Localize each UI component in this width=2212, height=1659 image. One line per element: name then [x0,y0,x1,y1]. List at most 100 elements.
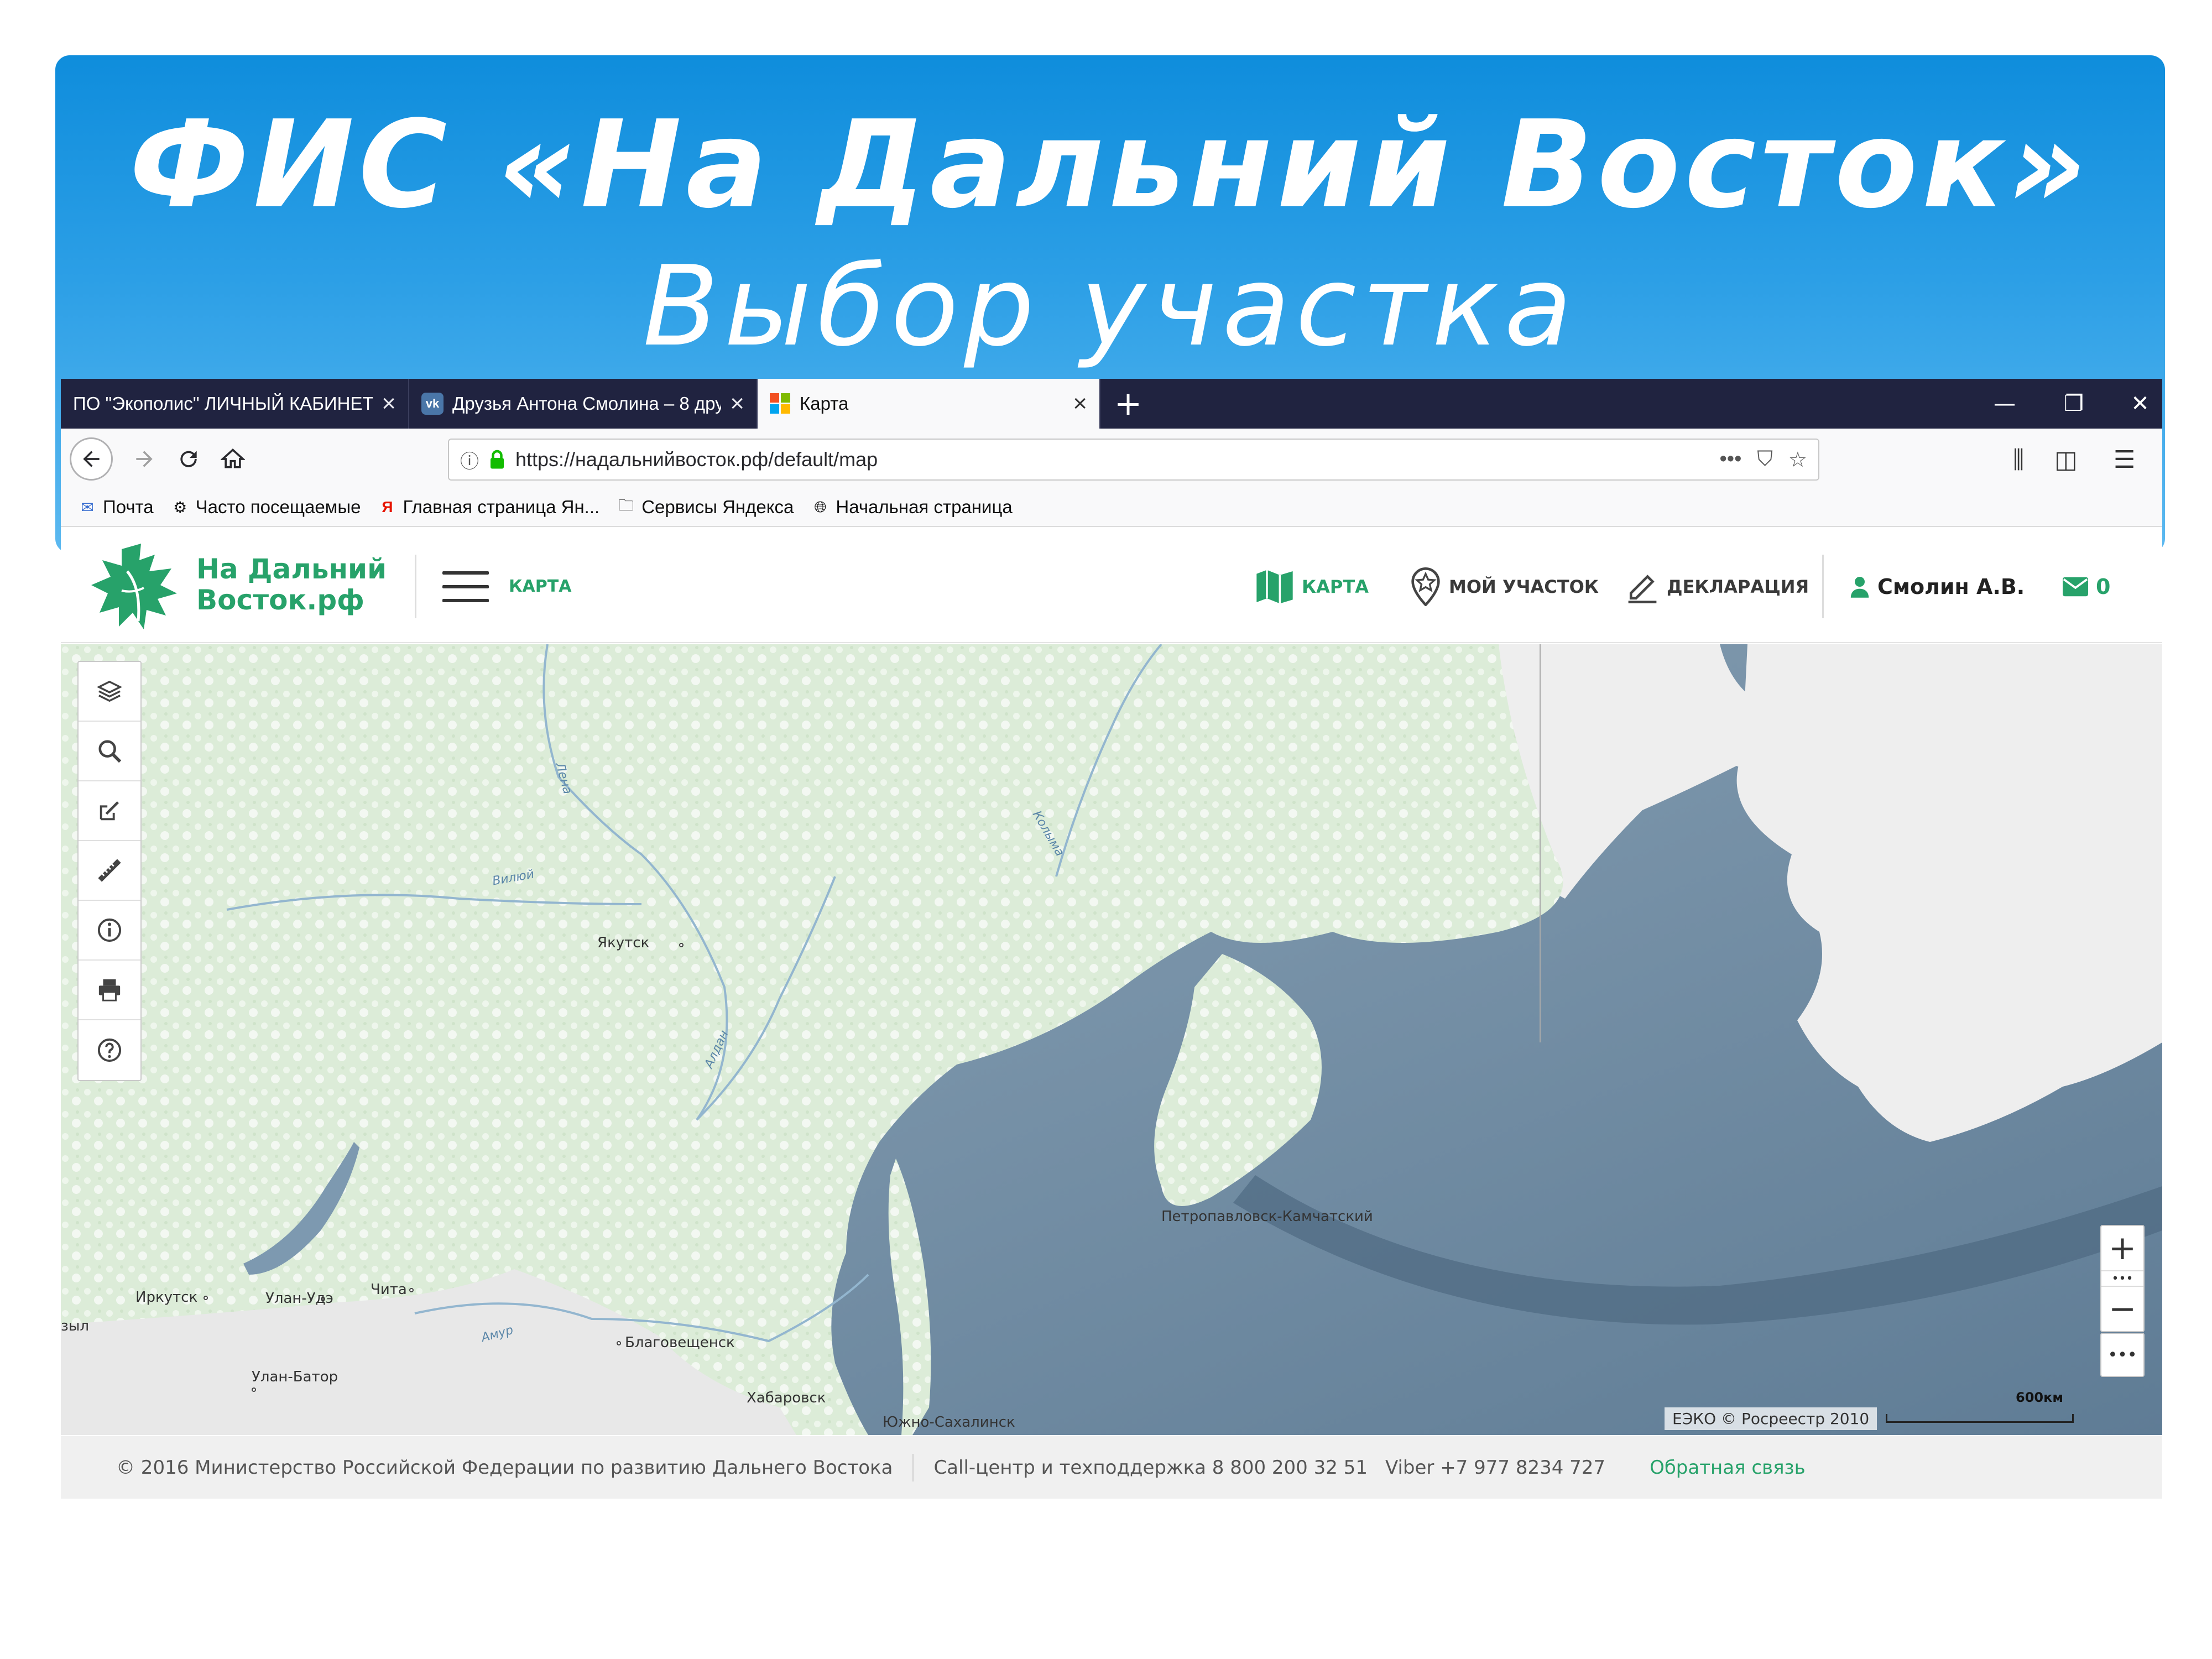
far-east-logo-icon[interactable] [88,538,182,635]
map-attribution: ЕЭКО © Росреестр 2010 [1665,1407,1877,1430]
bookmark-label: Начальная страница [836,497,1013,517]
logo-text[interactable]: На Дальний Восток.рф [196,554,387,615]
layers-button[interactable] [79,662,140,722]
close-tab-icon[interactable]: × [382,390,396,418]
city-marker[interactable] [252,1387,256,1392]
sidebar-icon: ◫ [2054,445,2078,474]
nav-label: МОЙ УЧАСТОК [1449,576,1599,597]
library-button[interactable]: ⫼ [2013,439,2024,481]
tab-ecopolis[interactable]: ПО "Экополис" ЛИЧНЫЙ КАБИНЕТ × [61,379,409,429]
bookmark-yandex-services[interactable]: 🗀 Сервисы Яндекса [616,497,794,518]
scale-bar [1886,1414,2074,1423]
logo-line-1: На Дальний [196,553,387,585]
zoom-in-button[interactable]: + [2101,1226,2143,1270]
map-pin-star-icon [1411,567,1440,606]
nav-declaration[interactable]: ДЕКЛАРАЦИЯ [1626,565,1809,609]
envelope-icon [2063,577,2088,597]
page-actions-icon[interactable]: ••• [1719,447,1741,472]
zoom-control: + ••• − [2100,1225,2145,1332]
close-tab-icon[interactable]: × [730,390,744,418]
copyright-text: © 2016 Министерство Российской Федерации… [116,1456,893,1479]
minimize-button[interactable]: — [1971,379,2038,429]
support-phone[interactable]: Call-центр и техподдержка 8 800 200 32 5… [933,1457,1368,1479]
info-icon[interactable]: ⓘ [460,446,479,473]
tab-strip: ПО "Экополис" ЛИЧНЫЙ КАБИНЕТ × vk Друзья… [61,379,2162,429]
bookmark-frequent[interactable]: ⚙ Часто посещаемые [170,497,361,518]
map-more-button[interactable]: ••• [2100,1333,2145,1377]
yandex-icon: Я [382,498,393,515]
bookmark-start-page[interactable]: 🌐︎ Начальная страница [810,497,1013,518]
city-label-yakutsk: Якутск [597,935,650,951]
close-tab-icon[interactable]: × [1073,390,1087,418]
reload-button[interactable] [167,437,210,481]
bookmarks-bar: ✉ Почта ⚙ Часто посещаемые Я Главная стр… [61,488,2162,527]
section-label: КАРТА [509,577,572,596]
new-tab-button[interactable]: + [1106,379,1150,429]
url-bar[interactable]: ⓘ https://надальнийвосток.рф/default/map… [448,439,1819,481]
draw-button[interactable] [79,781,140,841]
menu-toggle-button[interactable] [442,571,489,602]
map-favicon-icon [770,393,791,414]
bookmark-yandex-home[interactable]: Я Главная страница Ян... [377,497,599,518]
home-button[interactable] [211,437,254,481]
map-canvas[interactable]: Якутск Иркутск Улан-Удэ Чита Благовещенс… [61,644,2162,1435]
print-button[interactable] [79,961,140,1020]
nav-label: ДЕКЛАРАЦИЯ [1667,576,1809,597]
city-marker[interactable] [204,1296,208,1300]
city-label-yuzhno-sakhalinsk: Южно-Сахалинск [883,1414,1015,1431]
city-marker[interactable] [409,1288,414,1292]
feedback-link[interactable]: Обратная связь [1650,1457,1806,1479]
info-button[interactable] [79,901,140,961]
bookmark-star-icon[interactable]: ☆ [1788,447,1807,472]
help-button[interactable] [79,1020,140,1080]
nav-map[interactable]: КАРТА [1255,565,1369,609]
url-text[interactable]: https://надальнийвосток.рф/default/map [515,448,1709,471]
messages-button[interactable]: 0 [2063,565,2110,609]
city-marker[interactable] [679,943,684,947]
messages-count: 0 [2096,575,2111,599]
tab-label: Карта [800,393,849,414]
pencil-icon [1628,575,1657,603]
map-toolbar [77,661,142,1081]
tab-map[interactable]: Карта × [758,379,1100,429]
forward-button[interactable] [123,437,166,481]
viber-contact[interactable]: Viber +7 977 8234 727 [1385,1457,1605,1479]
back-button[interactable] [70,437,113,481]
tab-vk-friends[interactable]: vk Друзья Антона Смолина – 8 друзей × [409,379,758,429]
globe-icon: 🌐︎ [814,498,827,515]
bookmark-mail[interactable]: ✉ Почта [77,497,153,518]
city-label-petropavlovsk: Петропавловск-Камчатский [1161,1208,1373,1225]
draw-icon [100,801,119,821]
nav-my-plot[interactable]: МОЙ УЧАСТОК [1410,565,1599,609]
print-icon [98,979,121,1001]
header-divider [415,555,416,618]
gear-icon: ⚙ [173,498,187,516]
city-label-partial: зыл [61,1318,89,1334]
library-icon: ⫼ [2013,445,2025,474]
restore-button[interactable]: ❐ [2041,379,2107,429]
city-label-ulan-ude: Улан-Удэ [265,1290,333,1307]
nav-label: КАРТА [1302,576,1369,597]
search-button[interactable] [79,722,140,781]
sidebar-button[interactable]: ◫ [2054,439,2078,481]
map-basemap[interactable] [61,644,2162,1435]
hamburger-menu-icon: ☰ [2114,445,2136,474]
logo-line-2: Восток.рф [196,584,364,616]
reload-icon [180,451,197,467]
close-window-button[interactable]: ✕ [2107,379,2162,429]
site-footer: © 2016 Министерство Российской Федерации… [61,1436,2162,1499]
city-label-ulaanbaatar: Улан-Батор [252,1369,338,1385]
search-icon [98,740,122,763]
city-label-irkutsk: Иркутск [135,1289,198,1306]
mail-icon: ✉ [81,498,94,516]
menu-button[interactable]: ☰ [2114,439,2135,481]
measure-button[interactable] [79,841,140,901]
zoom-out-button[interactable]: − [2101,1287,2143,1331]
help-icon [97,1038,122,1062]
zoom-level-indicator[interactable]: ••• [2101,1270,2143,1287]
bookmark-label: Часто посещаемые [195,497,361,517]
user-profile[interactable]: Смолин А.В. [1850,565,2025,609]
tab-label: ПО "Экополис" ЛИЧНЫЙ КАБИНЕТ [73,393,373,414]
pocket-icon[interactable]: ⛉ [1757,447,1773,472]
city-marker[interactable] [617,1341,621,1345]
